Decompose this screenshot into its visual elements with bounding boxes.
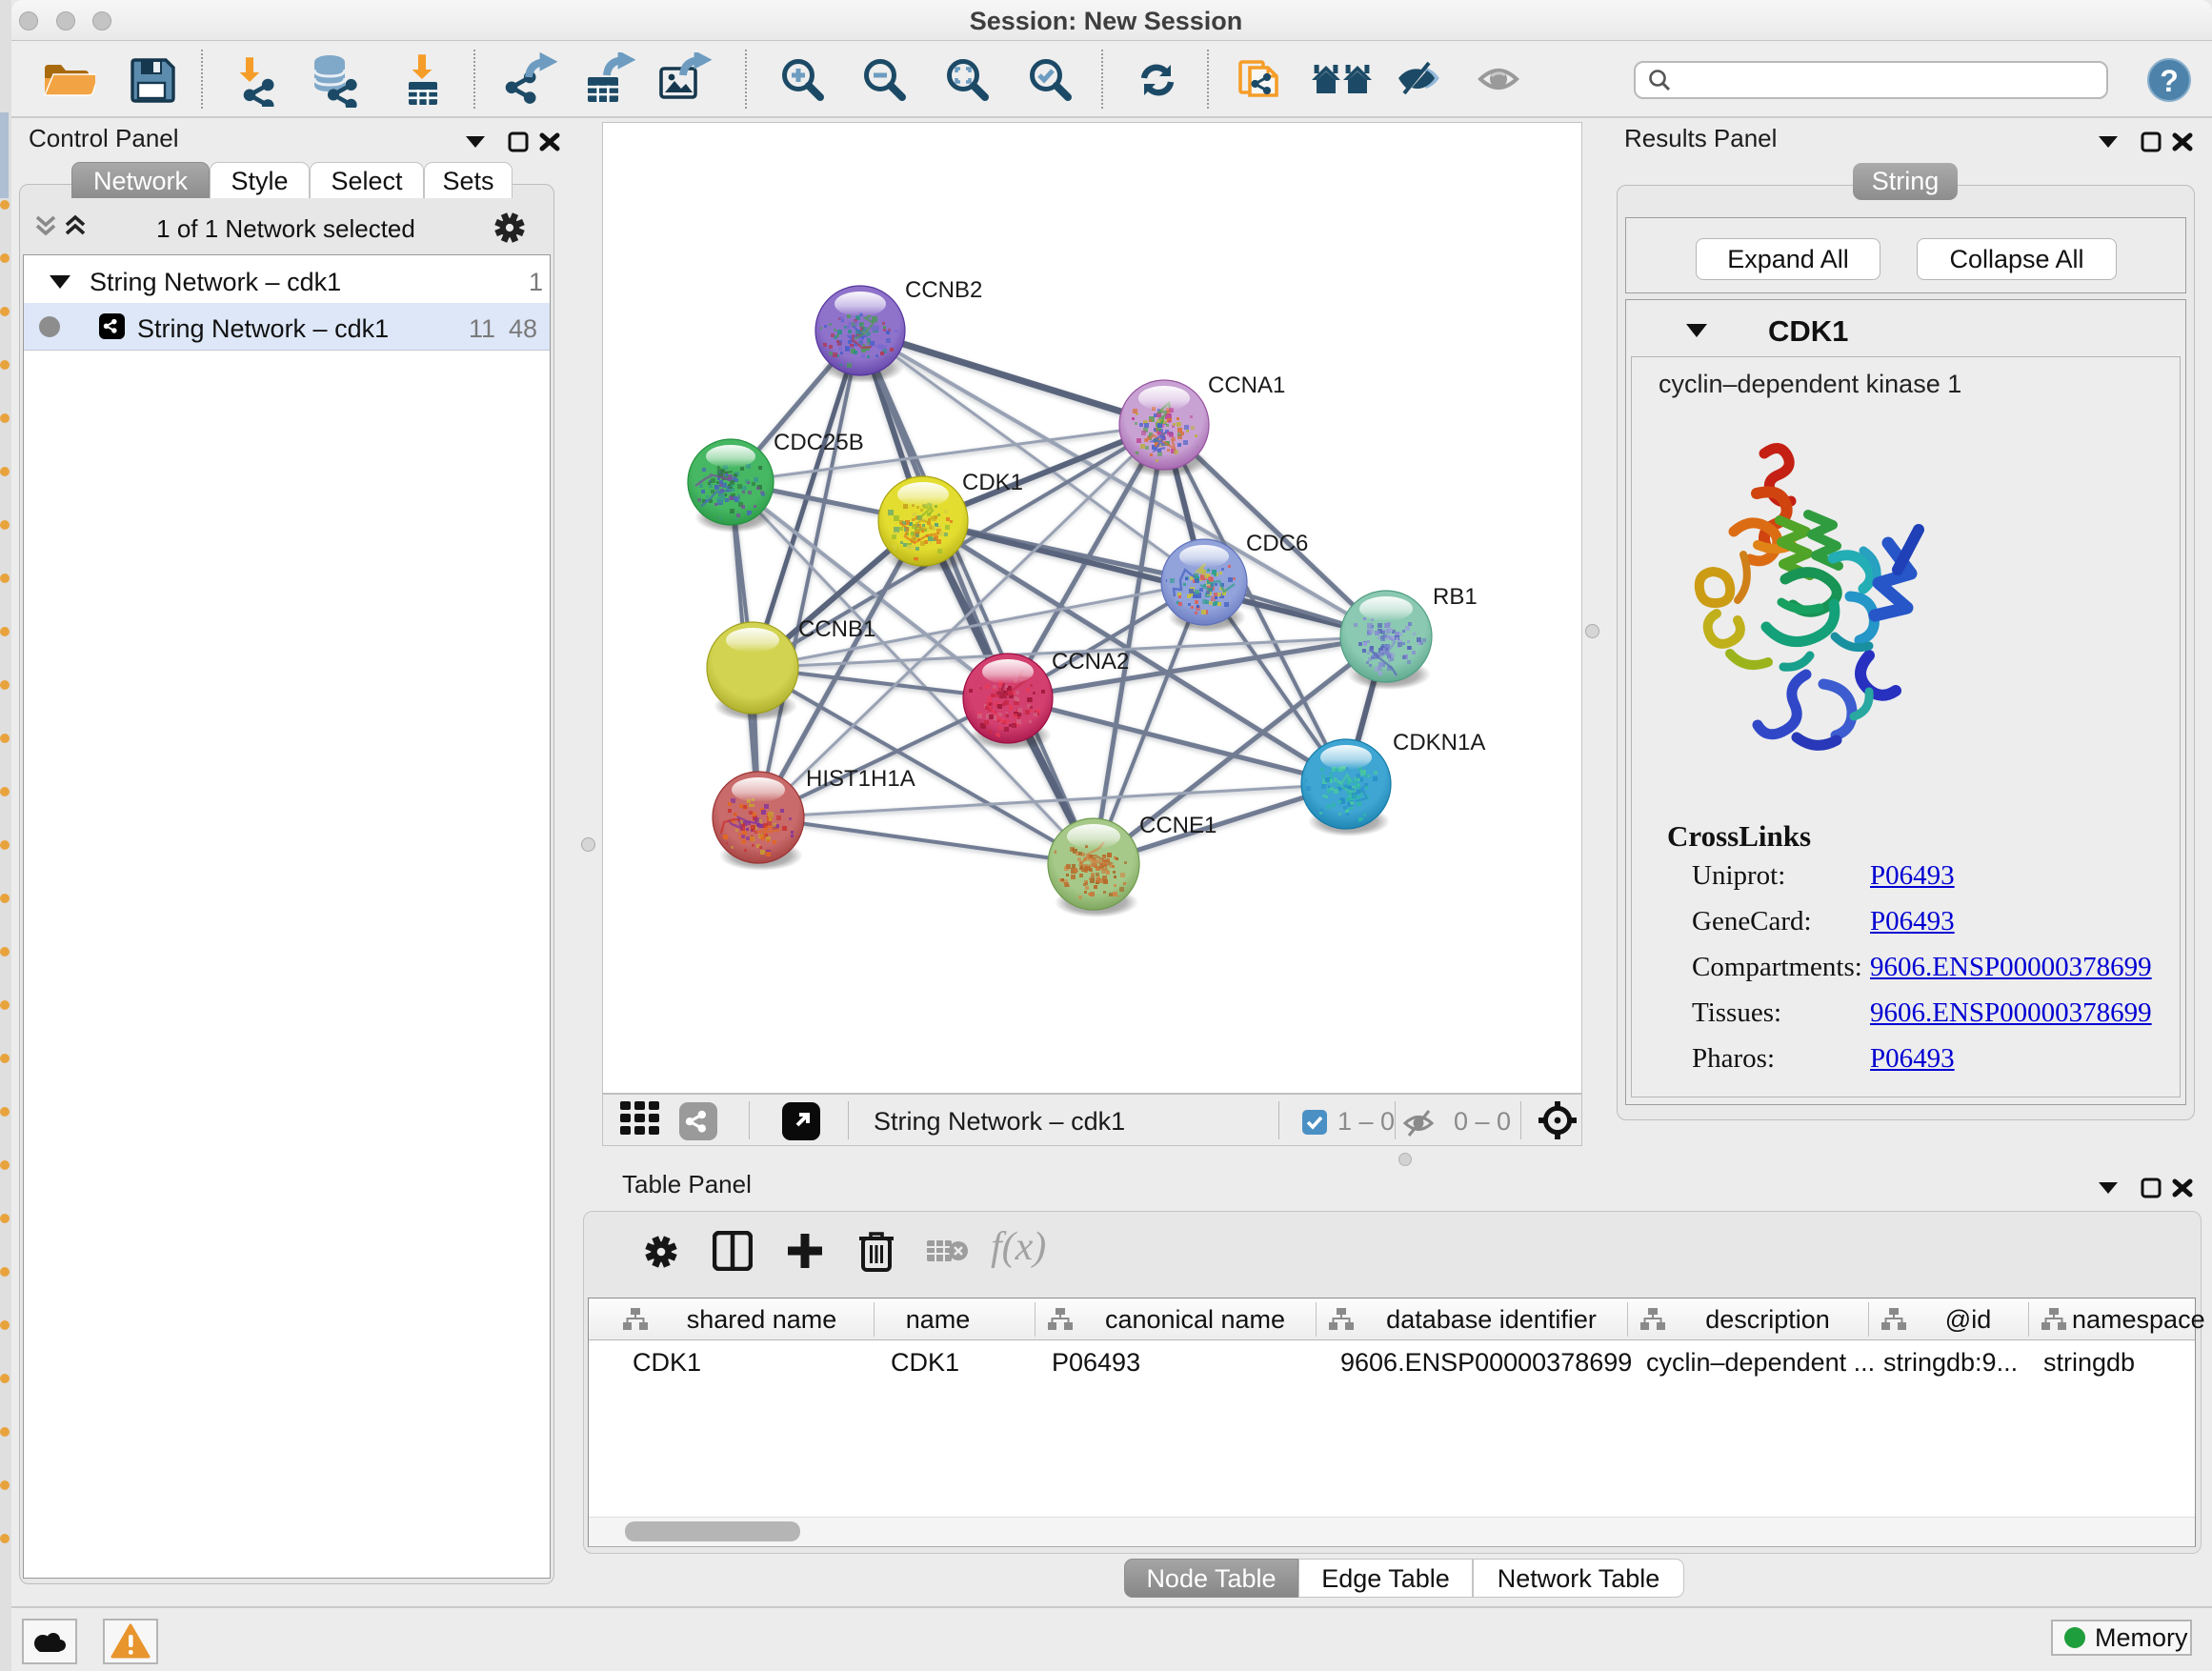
svg-text:CDC25B: CDC25B [774, 430, 864, 455]
svg-text:CDK1: CDK1 [962, 470, 1023, 495]
svg-text:CCNB2: CCNB2 [905, 277, 982, 303]
svg-text:CDKN1A: CDKN1A [1393, 730, 1485, 755]
svg-text:CCNA2: CCNA2 [1052, 649, 1129, 674]
svg-text:CCNB1: CCNB1 [798, 616, 875, 642]
svg-text:CCNA1: CCNA1 [1208, 372, 1285, 398]
svg-text:RB1: RB1 [1433, 584, 1478, 610]
svg-text:CCNE1: CCNE1 [1139, 813, 1217, 838]
svg-text:CDC6: CDC6 [1246, 531, 1308, 556]
svg-text:HIST1H1A: HIST1H1A [806, 766, 915, 792]
